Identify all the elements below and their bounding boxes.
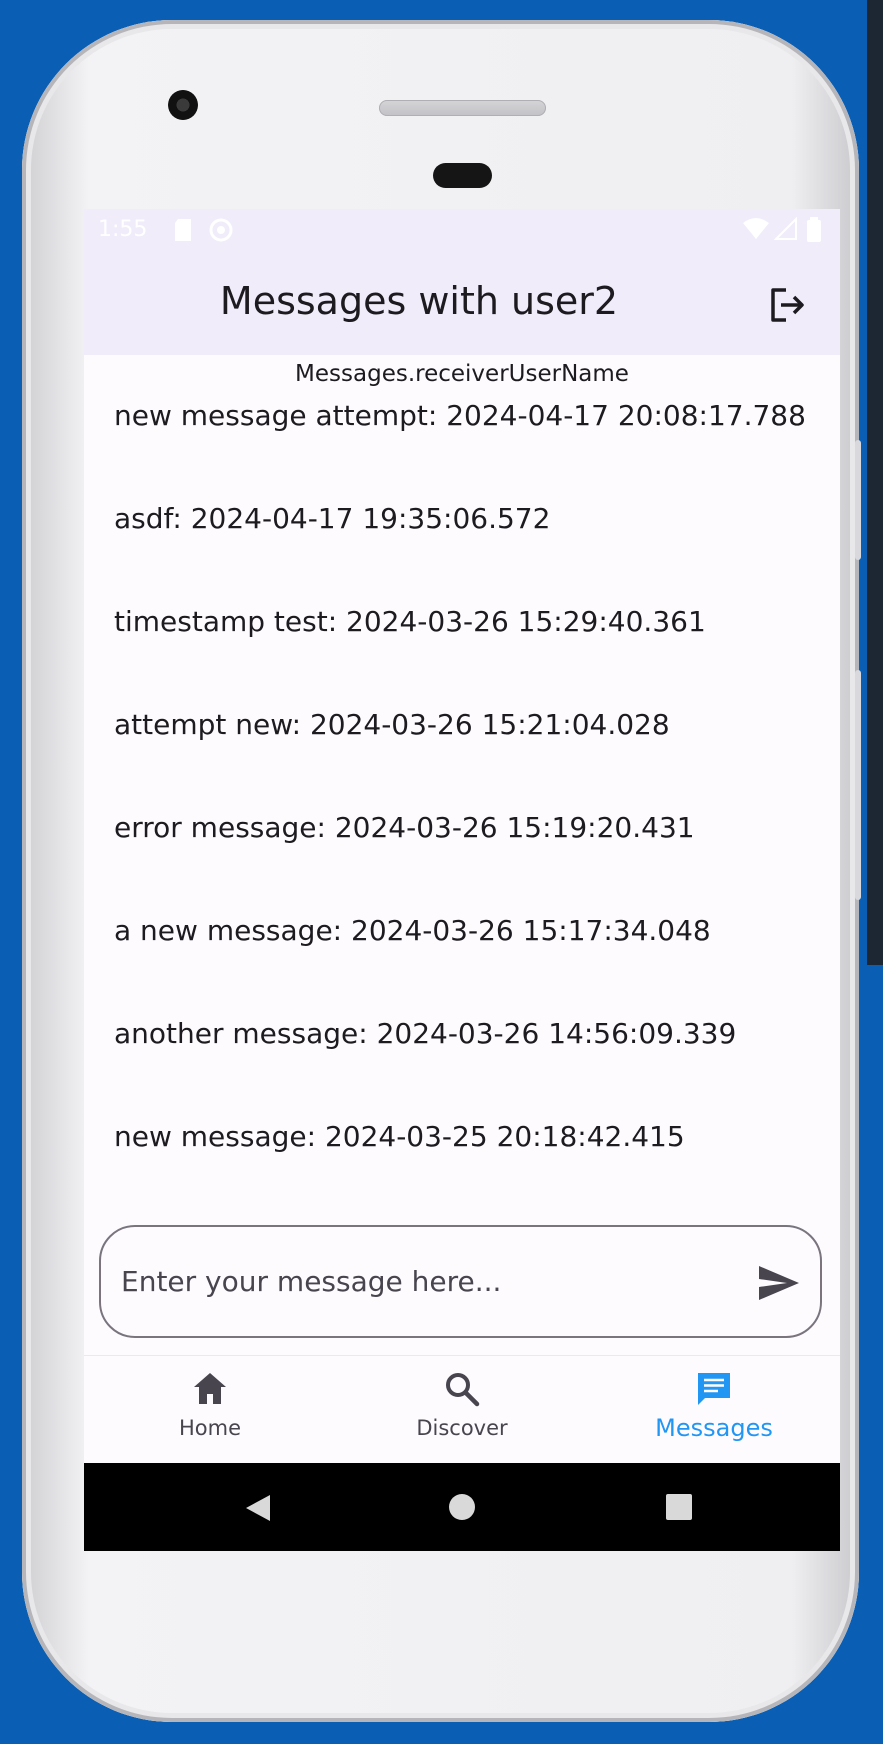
status-bar: 1:55 [84, 209, 840, 253]
home-icon [194, 1373, 226, 1404]
back-icon[interactable] [244, 1493, 272, 1523]
recents-icon[interactable] [666, 1494, 692, 1520]
nav-discover-label: Discover [416, 1416, 508, 1440]
message-input-placeholder[interactable]: Enter your message here... [121, 1265, 501, 1298]
power-button [855, 670, 861, 900]
status-time: 1:55 [98, 217, 148, 242]
home-button-icon[interactable] [448, 1493, 476, 1521]
search-icon [446, 1373, 480, 1407]
nav-discover[interactable]: Discover [336, 1356, 588, 1464]
wifi-icon [743, 218, 769, 239]
message-item: new message: 2024-03-25 20:18:42.415 [114, 1120, 685, 1153]
sd-card-icon [175, 219, 191, 241]
phone-frame: 1:55 Messages with user2 Messages.receiv… [22, 20, 861, 1722]
background-edge [867, 0, 883, 965]
message-item: a new message: 2024-03-26 15:17:34.048 [114, 914, 711, 947]
volume-button [855, 440, 861, 560]
system-navigation-bar [84, 1463, 840, 1551]
chat-icon [698, 1373, 730, 1405]
app-screen: 1:55 Messages with user2 Messages.receiv… [84, 209, 840, 1551]
nav-home-label: Home [178, 1416, 241, 1440]
earpiece-speaker [379, 100, 546, 116]
logout-icon [771, 288, 804, 322]
bottom-navigation: Home Discover Messages [84, 1355, 840, 1464]
message-item: asdf: 2024-04-17 19:35:06.572 [114, 502, 551, 535]
front-camera [168, 90, 198, 120]
battery-icon [807, 217, 821, 242]
nav-messages[interactable]: Messages [588, 1356, 840, 1464]
send-button[interactable] [756, 1260, 802, 1306]
message-input[interactable]: Enter your message here... [99, 1225, 822, 1338]
proximity-sensor [433, 163, 492, 188]
nav-messages-label: Messages [655, 1414, 773, 1442]
message-item: new message attempt: 2024-04-17 20:08:17… [114, 399, 806, 432]
send-icon [759, 1266, 799, 1300]
cell-signal-icon [774, 217, 797, 240]
receiver-username-label: Messages.receiverUserName [295, 361, 629, 387]
message-item: attempt new: 2024-03-26 15:21:04.028 [114, 708, 670, 741]
message-item: error message: 2024-03-26 15:19:20.431 [114, 811, 695, 844]
sync-icon [209, 218, 233, 242]
message-item: timestamp test: 2024-03-26 15:29:40.361 [114, 605, 706, 638]
message-item: another message: 2024-03-26 14:56:09.339 [114, 1017, 737, 1050]
page-title: Messages with user2 [219, 279, 619, 323]
logout-button[interactable] [764, 281, 812, 329]
nav-home[interactable]: Home [84, 1356, 336, 1464]
